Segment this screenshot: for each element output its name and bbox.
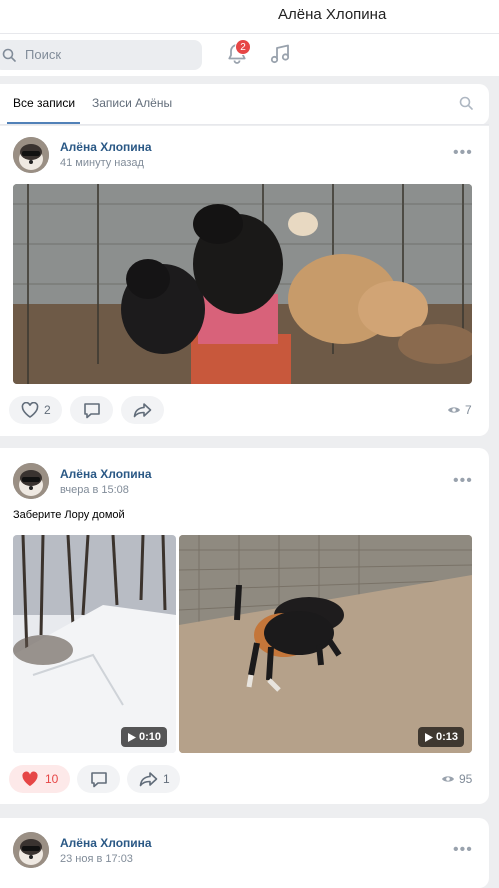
wall-tabs: Все записи Записи Алёны xyxy=(0,84,489,125)
tab-owner-posts[interactable]: Записи Алёны xyxy=(92,96,172,110)
comment-button[interactable] xyxy=(70,396,113,424)
share-count: 1 xyxy=(163,772,170,786)
search-input[interactable]: Поиск xyxy=(0,40,202,70)
share-icon xyxy=(133,403,152,418)
post: Алёна Хлопина 41 минуту назад ••• 2 7 xyxy=(0,126,489,436)
eye-icon xyxy=(442,776,454,782)
search-row: Поиск xyxy=(0,34,499,76)
share-icon xyxy=(139,772,158,787)
post: Алёна Хлопина 23 ноя в 17:03 ••• xyxy=(0,818,489,888)
comment-button[interactable] xyxy=(77,765,120,793)
video-duration: 0:10 xyxy=(121,727,168,747)
view-count: 7 xyxy=(465,403,472,417)
tabs-divider xyxy=(0,124,489,125)
post-author[interactable]: Алёна Хлопина xyxy=(60,140,152,154)
post-video[interactable]: 0:13 xyxy=(179,535,472,753)
search-icon xyxy=(2,48,16,62)
share-button[interactable]: 1 xyxy=(127,765,180,793)
search-placeholder: Поиск xyxy=(25,47,62,62)
like-count: 2 xyxy=(44,403,51,417)
wall-search-icon[interactable] xyxy=(459,96,473,110)
like-button[interactable]: 2 xyxy=(9,396,62,424)
music-icon[interactable] xyxy=(268,42,292,66)
post-author[interactable]: Алёна Хлопина xyxy=(60,836,152,850)
heart-filled-icon xyxy=(22,771,38,786)
page-title: Алёна Хлопина xyxy=(278,6,387,23)
notification-badge: 2 xyxy=(235,39,251,55)
eye-icon xyxy=(448,407,460,413)
more-options-icon[interactable]: ••• xyxy=(453,841,473,859)
like-count: 10 xyxy=(45,772,59,786)
share-button[interactable] xyxy=(121,396,164,424)
tab-all-posts[interactable]: Все записи xyxy=(13,96,75,110)
post-time[interactable]: 41 минуту назад xyxy=(60,157,144,169)
avatar[interactable] xyxy=(13,832,49,868)
like-button[interactable]: 10 xyxy=(9,765,70,793)
view-count: 95 xyxy=(459,772,473,786)
more-options-icon[interactable]: ••• xyxy=(453,472,473,490)
more-options-icon[interactable]: ••• xyxy=(453,144,473,162)
comment-icon xyxy=(84,403,100,419)
post-time[interactable]: 23 ноя в 17:03 xyxy=(60,853,133,865)
play-icon xyxy=(128,733,136,742)
avatar[interactable] xyxy=(13,463,49,499)
post-author[interactable]: Алёна Хлопина xyxy=(60,467,152,481)
post-text: Заберите Лору домой xyxy=(13,509,125,521)
video-duration: 0:13 xyxy=(418,727,465,747)
heart-icon xyxy=(21,402,39,418)
post-time[interactable]: вчера в 15:08 xyxy=(60,484,129,496)
play-icon xyxy=(425,733,433,742)
avatar[interactable] xyxy=(13,137,49,173)
post-photo[interactable] xyxy=(13,184,472,384)
comment-icon xyxy=(91,772,107,788)
post-video[interactable]: 0:10 xyxy=(13,535,176,753)
top-bar: Алёна Хлопина xyxy=(0,0,499,34)
post: Алёна Хлопина вчера в 15:08 ••• Заберите… xyxy=(0,448,489,804)
